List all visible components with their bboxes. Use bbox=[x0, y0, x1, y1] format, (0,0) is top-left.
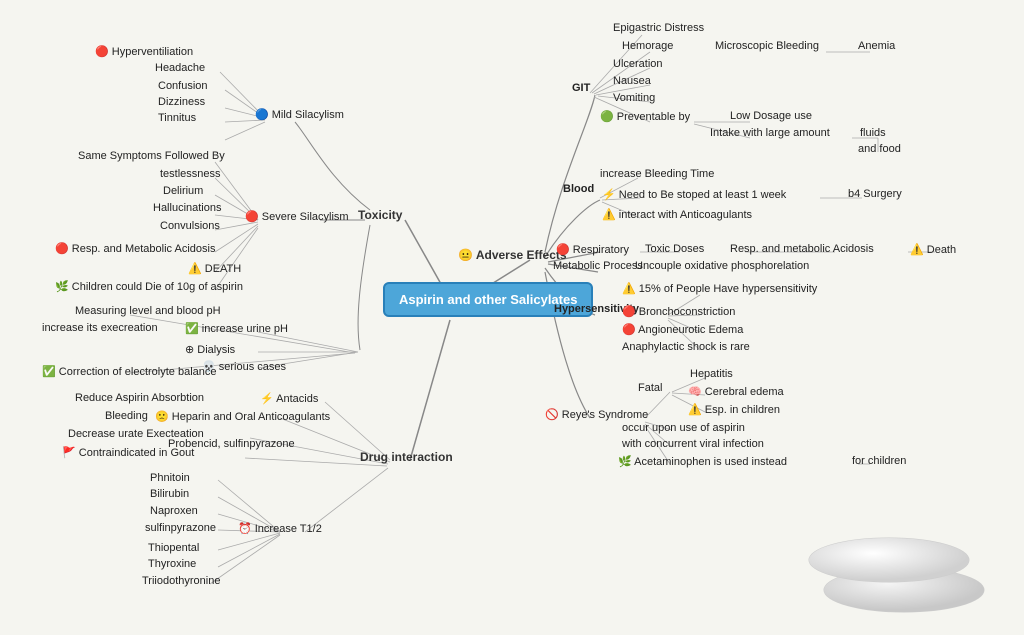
measuring-node: Measuring level and blood pH bbox=[75, 305, 221, 317]
mild-silacylism-node: 🔵 Mild Silacylism bbox=[255, 108, 344, 121]
occur-upon-node: occur upon use of aspirin bbox=[622, 422, 745, 434]
resp-metabolic-acidosis-node: Resp. and metabolic Acidosis bbox=[730, 243, 874, 255]
low-dosage-node: Low Dosage use bbox=[730, 110, 812, 122]
epigastric-node: Epigastric Distress bbox=[613, 22, 704, 34]
toxicity-label: Toxicity bbox=[358, 208, 402, 222]
uncouple-node: Uncouple oxidative phosphorelation bbox=[635, 260, 809, 272]
increase-t12-node: ⏰ Increase T1/2 bbox=[238, 522, 322, 535]
hyperventilation-node: 🔴 Hyperventiliation bbox=[95, 45, 193, 58]
death-node: ⚠️ DEATH bbox=[188, 262, 241, 275]
angioneurotic-node: 🔴 Angioneurotic Edema bbox=[622, 323, 743, 336]
antacids-node: ⚡ Antacids bbox=[260, 392, 318, 405]
heparin-node: 🙁 Heparin and Oral Anticoagulants bbox=[155, 410, 330, 423]
correction-node: ✅ Correction of electrolyte balance bbox=[42, 365, 217, 378]
toxic-doses-node: Toxic Doses bbox=[645, 243, 704, 255]
reduce-aspirin-node: Reduce Aspirin Absorbtion bbox=[75, 392, 204, 404]
probencid-node: Probencid, sulfinpyrazone bbox=[168, 438, 295, 450]
dialysis-node: ⊕ Dialysis bbox=[185, 343, 235, 356]
drug-interaction-label: Drug interaction bbox=[360, 450, 453, 464]
b4-surgery-node: b4 Surgery bbox=[848, 188, 902, 200]
increase-bleeding-node: increase Bleeding Time bbox=[600, 168, 714, 180]
sulfinpyrazone-node: sulfinpyrazone bbox=[145, 522, 216, 534]
adverse-effects-label: 😐 Adverse Effects bbox=[458, 248, 567, 262]
dizziness-node: Dizziness bbox=[158, 96, 205, 108]
interact-anticoag-node: ⚠️ interact with Anticoagulants bbox=[602, 208, 752, 221]
testlessness-node: testlessness bbox=[160, 168, 221, 180]
bleeding-node: Bleeding bbox=[105, 410, 148, 422]
increase-urine-node: ✅ increase urine pH bbox=[185, 322, 288, 335]
increase-excretion-node: increase its execreation bbox=[42, 322, 158, 334]
children-die-node: 🌿 Children could Die of 10g of aspirin bbox=[55, 280, 243, 293]
fluids-node: fluids bbox=[860, 127, 886, 139]
nausea-node: Nausea bbox=[613, 75, 651, 87]
concurrent-node: with concurrent viral infection bbox=[622, 438, 764, 450]
convulsions-node: Convulsions bbox=[160, 220, 220, 232]
blood-node: Blood bbox=[563, 183, 594, 195]
anemia-node: Anemia bbox=[858, 40, 895, 52]
preventable-node: 🟢 Preventable by bbox=[600, 110, 690, 123]
percent15-node: ⚠️ 15% of People Have hypersensitivity bbox=[622, 282, 817, 295]
cerebral-node: 🧠 Cerebral edema bbox=[688, 385, 784, 398]
same-symptoms-node: Same Symptoms Followed By bbox=[78, 150, 225, 162]
metabolic-node: Metabolic Process bbox=[553, 260, 643, 272]
phnitoin-node: Phnitoin bbox=[150, 472, 190, 484]
intake-large-node: Intake with large amount bbox=[710, 127, 830, 139]
ulceration-node: Ulceration bbox=[613, 58, 663, 70]
need-stoped-node: ⚡ Need to Be stoped at least 1 week bbox=[602, 188, 786, 201]
esp-children-node: ⚠️ Esp. in children bbox=[688, 403, 780, 416]
respiratory-node: 🔴 Respiratory bbox=[556, 243, 629, 256]
headache-node: Headache bbox=[155, 62, 205, 74]
death2-node: ⚠️ Death bbox=[910, 243, 956, 256]
and-food-node: and food bbox=[858, 143, 901, 155]
tinnitus-node: Tinnitus bbox=[158, 112, 196, 124]
triiodothyronine-node: Triiodothyronine bbox=[142, 575, 220, 587]
delirium-node: Delirium bbox=[163, 185, 203, 197]
thyroxine-node: Thyroxine bbox=[148, 558, 196, 570]
git-node: GIT bbox=[572, 82, 590, 94]
thiopental-node: Thiopental bbox=[148, 542, 199, 554]
hallucinations-node: Hallucinations bbox=[153, 202, 221, 214]
fatal-node: Fatal bbox=[638, 382, 662, 394]
for-children-node: for children bbox=[852, 455, 906, 467]
reyes-node: 🚫 Reye's Syndrome bbox=[545, 408, 648, 421]
vomiting-node: Vomiting bbox=[613, 92, 655, 104]
hemorage-node: Hemorage bbox=[622, 40, 673, 52]
aspirin-pill-image bbox=[794, 475, 994, 615]
confusion-node: Confusion bbox=[158, 80, 208, 92]
naproxen-node: Naproxen bbox=[150, 505, 198, 517]
bronchoconstriction-node: 🔴 Bronchoconstriction bbox=[622, 305, 735, 318]
anaphylactic-node: Anaphylactic shock is rare bbox=[622, 341, 750, 353]
severe-silacylism-node: 🔴 Severe Silacylism bbox=[245, 210, 349, 223]
hepatitis-node: Hepatitis bbox=[690, 368, 733, 380]
microscopic-node: Microscopic Bleeding bbox=[715, 40, 819, 52]
bilirubin-node: Bilirubin bbox=[150, 488, 189, 500]
resp-acidosis-node: 🔴 Resp. and Metabolic Acidosis bbox=[55, 242, 215, 255]
acetaminophen-node: 🌿 Acetaminophen is used instead bbox=[618, 455, 787, 468]
